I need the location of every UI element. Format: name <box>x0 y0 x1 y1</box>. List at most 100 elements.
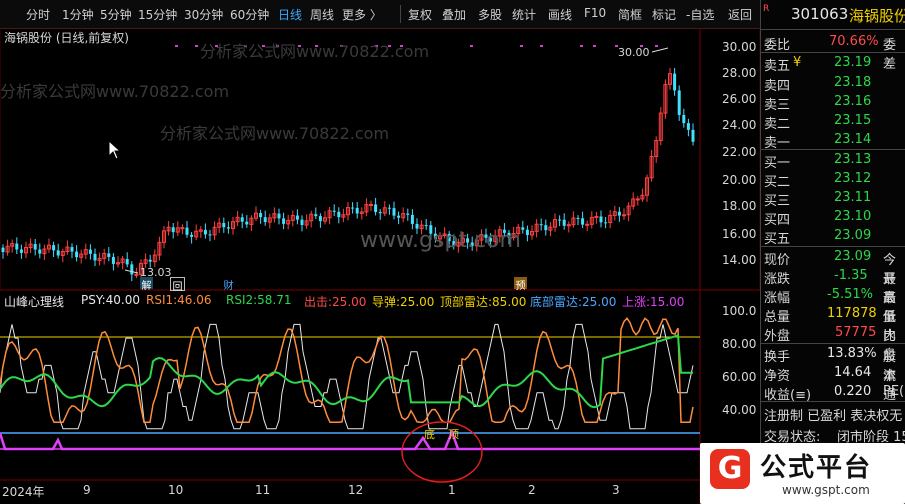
candle-body <box>52 245 56 251</box>
period-tab-5min[interactable]: 5分钟 <box>100 6 132 23</box>
period-tab-weekly[interactable]: 周线 <box>310 6 334 23</box>
x-tick: 9 <box>83 483 91 497</box>
high-price-label: 30.00 <box>618 46 650 59</box>
ask-row-5: 卖五 ¥23.19 <box>764 55 872 74</box>
candle-body <box>240 217 244 222</box>
candle-body <box>15 243 19 250</box>
add-watchlist-button[interactable]: -自选 <box>686 6 714 23</box>
candle-body <box>282 218 286 224</box>
candle-body <box>558 219 562 221</box>
draw-line-button[interactable]: 画线 <box>548 6 572 23</box>
period-tab-daily[interactable]: 日线 <box>278 6 302 23</box>
candle-body <box>387 207 391 209</box>
candle-body <box>424 225 428 227</box>
bid-row-5: 买五 23.09 <box>764 228 872 247</box>
candle-body <box>75 251 79 258</box>
watermark: 分析家公式网www.70822.com <box>200 42 430 61</box>
overlay-button[interactable]: 叠加 <box>442 6 466 23</box>
event-marker-forecast[interactable]: 预 <box>514 277 527 292</box>
indicator-name[interactable]: 山峰心理线 <box>4 293 64 310</box>
candle-body <box>245 221 249 225</box>
candle-body <box>585 223 590 226</box>
r-badge: R <box>763 4 770 14</box>
x-tick: 2 <box>528 483 536 497</box>
event-marker-report[interactable]: 财 <box>222 277 235 292</box>
candle-body <box>180 227 185 230</box>
candle-body <box>56 250 60 256</box>
legend-rise: 上涨:15.00 <box>622 295 685 309</box>
indicator-tick: 100.0 <box>722 304 757 318</box>
candle-body <box>525 229 529 235</box>
candle-body <box>263 217 267 223</box>
candle-body <box>208 234 212 236</box>
candle-body <box>677 90 681 115</box>
top-marker: 顶 <box>448 428 459 441</box>
indicator-legend: 山峰心理线 PSY:40.00 RSI1:46.06 RSI2:58.71 出击… <box>0 290 700 310</box>
candle-body <box>544 225 548 231</box>
candle-body <box>70 247 74 252</box>
candle-body <box>314 214 318 217</box>
watermark-site: www.gspt.com <box>360 228 521 253</box>
ask-row-1: 卖一 23.14 <box>764 132 872 151</box>
candle-body <box>410 214 414 224</box>
period-tab-15min[interactable]: 15分钟 <box>138 6 177 23</box>
period-tab-1min[interactable]: 1分钟 <box>62 6 94 23</box>
quote-panel: R 301063 海锅股份 委比 70.66% 委差 卖五 ¥23.19 卖四 23… <box>760 0 905 504</box>
candle-body <box>604 222 608 224</box>
period-tab-60min[interactable]: 60分钟 <box>230 6 269 23</box>
quote-header: R 301063 海锅股份 <box>761 4 905 28</box>
stat-volume: 总量 117878 量比 <box>764 306 897 344</box>
candle-body <box>222 223 226 228</box>
price-tick: 22.00 <box>722 145 757 159</box>
x-tick: 3 <box>612 483 620 497</box>
legend-rsi2: RSI2:58.71 <box>226 293 292 307</box>
x-tick: 1 <box>448 483 456 497</box>
back-button[interactable]: 返回 <box>728 6 752 23</box>
stat-netasset: 净资 14.64 流通 <box>764 365 897 403</box>
bid-row-1: 买一 23.13 <box>764 152 872 171</box>
stat-outer: 外盘 57775 内盘 <box>764 325 897 363</box>
candle-body <box>594 215 599 218</box>
candle-body <box>332 210 336 212</box>
legend-top-radar: 顶部雷达:85.00 <box>440 295 527 309</box>
candle-body <box>295 215 299 220</box>
stat-pct: 涨幅 -5.51% 最低 <box>764 287 897 325</box>
price-tick: 24.00 <box>722 118 757 132</box>
f10-button[interactable]: F10 <box>584 6 606 20</box>
candle-body <box>125 258 129 265</box>
chart-title: 海锅股份 (日线,前复权) <box>4 31 129 45</box>
candle-body <box>38 249 42 254</box>
multi-stock-button[interactable]: 多股 <box>478 6 502 23</box>
price-tick: 18.00 <box>722 199 757 213</box>
mark-button[interactable]: 标记 <box>652 6 676 23</box>
period-tab-fenshi[interactable]: 分时 <box>26 6 50 23</box>
bid-row-4: 买四 23.10 <box>764 209 872 228</box>
candle-body <box>622 214 626 217</box>
legend-bottom-radar: 底部雷达:25.00 <box>530 295 617 309</box>
candle-body <box>599 216 603 223</box>
candle-body <box>686 123 690 130</box>
stat-turnover: 换手 13.83% 股本 <box>764 346 897 384</box>
candle-body <box>134 273 139 276</box>
fuquan-button[interactable]: 复权 <box>408 6 432 23</box>
price-tick: 14.00 <box>722 253 757 267</box>
candle-body <box>617 211 621 216</box>
chart-area[interactable]: 海锅股份 (日线,前复权) 分析家公式网www.70822.com 分析家公式网… <box>0 28 760 504</box>
period-tab-more[interactable]: 更多 〉 <box>342 6 382 23</box>
price-tick: 28.00 <box>722 66 757 80</box>
candle-body <box>576 217 580 219</box>
candle-body <box>369 203 373 206</box>
event-marker-buyback[interactable]: 回 <box>170 277 185 293</box>
simple-frame-button[interactable]: 简框 <box>618 6 642 23</box>
x-tick: 11 <box>255 483 271 497</box>
period-tab-30min[interactable]: 30分钟 <box>184 6 223 23</box>
stats-button[interactable]: 统计 <box>512 6 536 23</box>
watermark: 分析家公式网www.70822.com <box>0 82 230 101</box>
stat-change: 涨跌 -1.35 最高 <box>764 268 897 306</box>
candle-body <box>148 259 152 262</box>
event-marker-unlock[interactable]: 解 <box>140 277 153 292</box>
candle-body <box>300 219 304 226</box>
price-tick: 26.00 <box>722 92 757 106</box>
bid-row-2: 买二 23.12 <box>764 171 872 190</box>
trade-status: 交易状态: 闭市阶段 15 <box>764 430 905 444</box>
